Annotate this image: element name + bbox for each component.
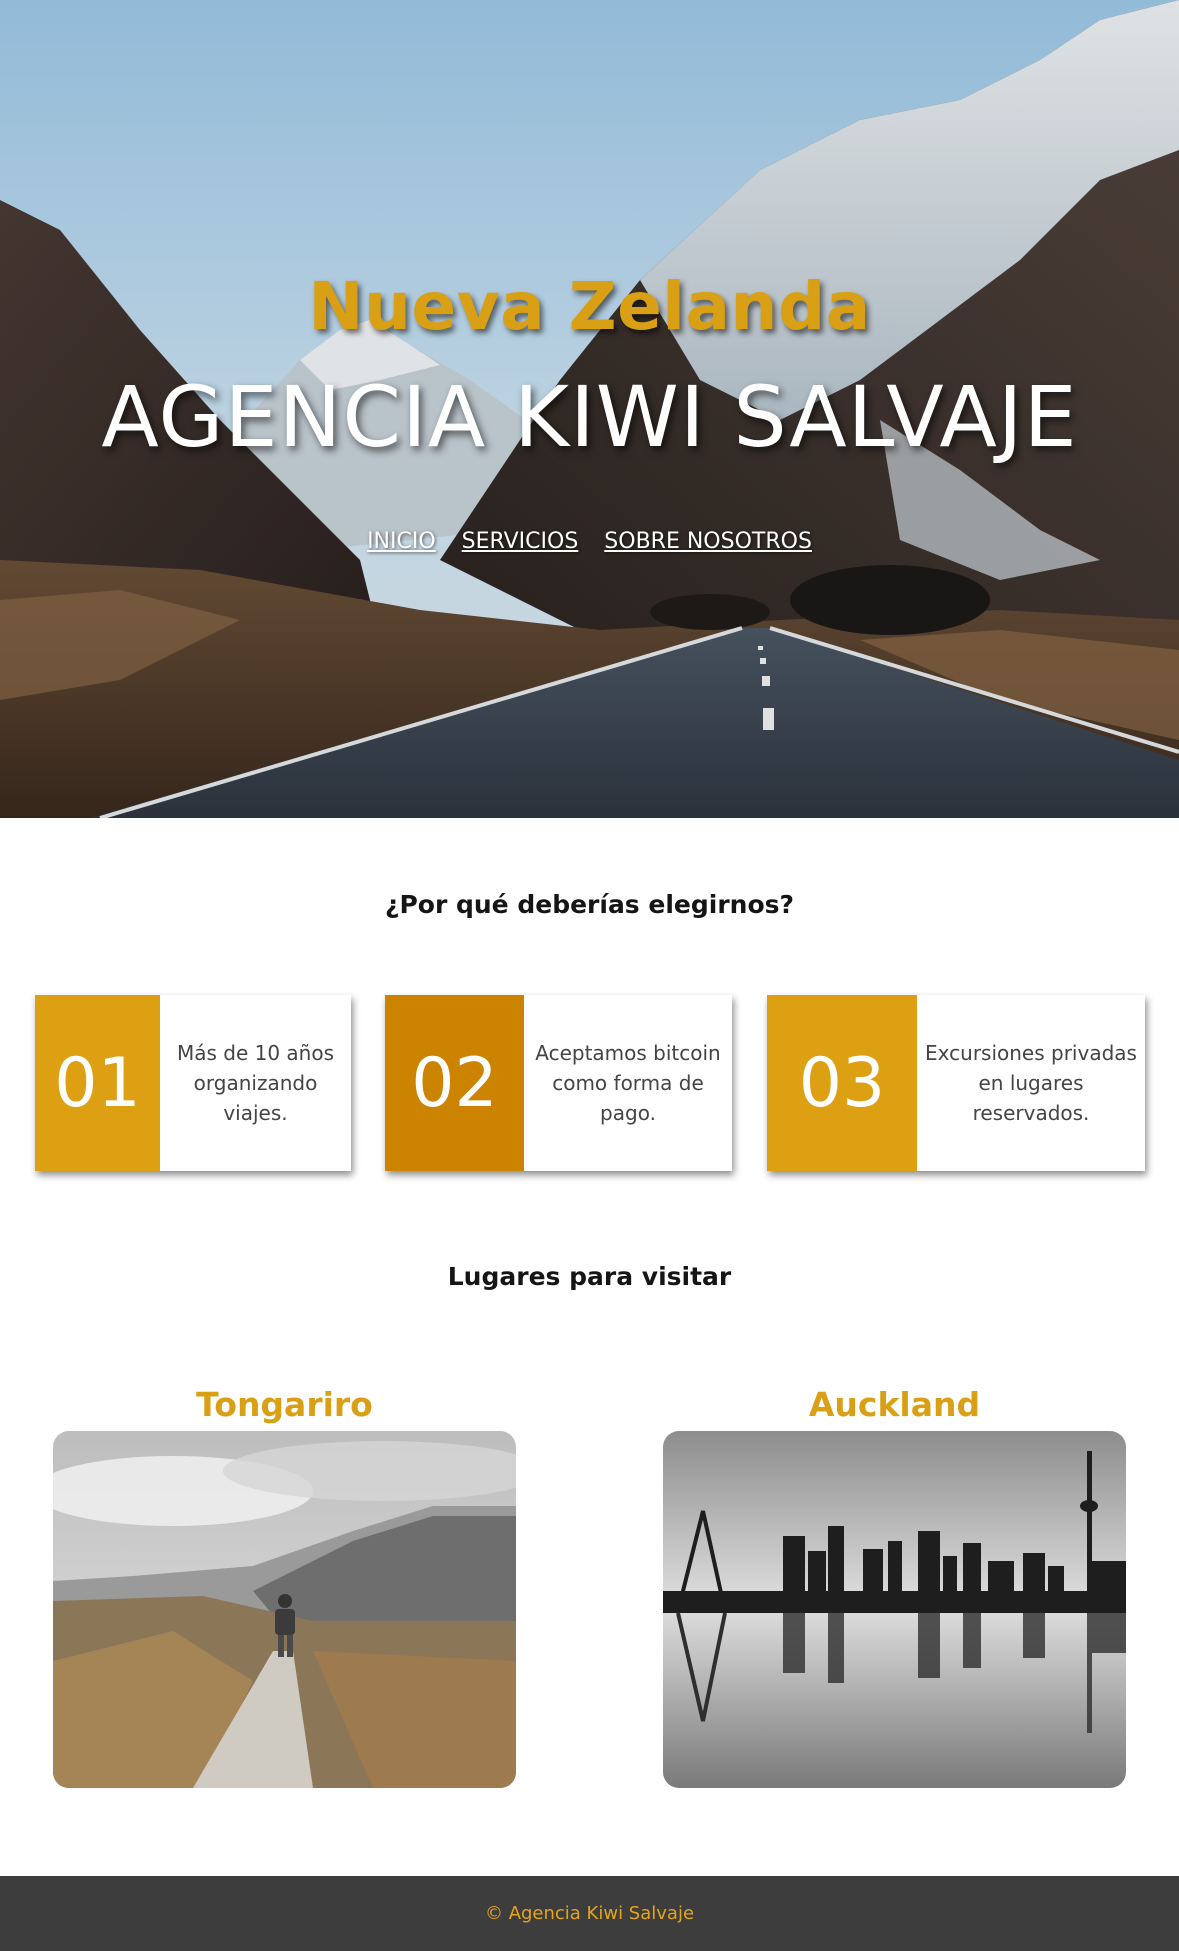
feature-card-3: 03 Excursiones privadas en lugares reser…: [767, 995, 1145, 1171]
place-title-auckland: Auckland: [808, 1385, 981, 1424]
feature-number: 03: [767, 995, 917, 1171]
hero-subtitle: Nueva Zelanda: [308, 268, 871, 345]
why-section-heading: ¿Por qué deberías elegirnos?: [384, 890, 795, 919]
feature-card-1: 01 Más de 10 años organizando viajes.: [35, 995, 351, 1171]
main-navigation: INICIO SERVICIOS SOBRE NOSOTROS: [0, 529, 1179, 554]
hero-banner: Nueva Zelanda AGENCIA KIWI SALVAJE INICI…: [0, 0, 1179, 818]
hero-title: AGENCIA KIWI SALVAJE: [101, 368, 1078, 466]
places-section-heading: Lugares para visitar: [447, 1262, 732, 1291]
footer-copyright: © Agencia Kiwi Salvaje: [484, 1903, 695, 1924]
nav-link-servicios[interactable]: SERVICIOS: [462, 529, 579, 554]
nav-link-inicio[interactable]: INICIO: [367, 529, 436, 554]
hiker-on-trail-icon: [53, 1431, 516, 1788]
auckland-photo[interactable]: [663, 1431, 1126, 1788]
feature-text: Excursiones privadas en lugares reservad…: [925, 1041, 1137, 1125]
feature-number: 02: [385, 995, 524, 1171]
place-title-tongariro: Tongariro: [196, 1385, 373, 1424]
footer: © Agencia Kiwi Salvaje: [0, 1876, 1179, 1951]
tongariro-photo[interactable]: [53, 1431, 516, 1788]
feature-text: Aceptamos bitcoin como forma de pago.: [535, 1041, 721, 1125]
city-skyline-icon: [663, 1431, 1126, 1788]
feature-text: Más de 10 años organizando viajes.: [176, 1041, 335, 1125]
feature-card-2: 02 Aceptamos bitcoin como forma de pago.: [385, 995, 732, 1171]
nav-link-sobre-nosotros[interactable]: SOBRE NOSOTROS: [604, 529, 812, 554]
feature-number: 01: [35, 995, 160, 1171]
